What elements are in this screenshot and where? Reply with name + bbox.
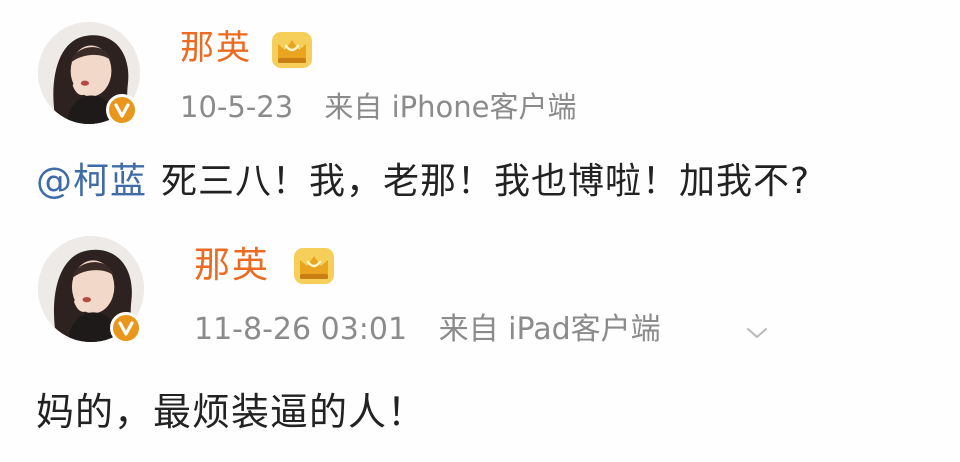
- post-text: 妈的，最烦装逼的人！: [36, 390, 426, 434]
- author-avatar[interactable]: [38, 236, 144, 344]
- crown-icon: [292, 246, 336, 286]
- post-meta: 11-8-26 03:01 来自 iPad客户端: [194, 313, 661, 347]
- post-source[interactable]: 来自 iPad客户端: [439, 312, 661, 347]
- post-time[interactable]: 10-5-23: [180, 90, 293, 124]
- author-name[interactable]: 那英: [180, 28, 252, 68]
- post-body: 死三八！我，老那！我也博啦！加我不?: [161, 161, 811, 202]
- chevron-down-icon[interactable]: [742, 322, 772, 344]
- post-meta: 10-5-23 来自 iPhone客户端: [180, 90, 577, 124]
- mention-link[interactable]: @柯蓝: [36, 161, 147, 202]
- post-body: 妈的，最烦装逼的人！: [36, 390, 427, 434]
- author-avatar[interactable]: [38, 22, 140, 126]
- verified-v-icon: [110, 312, 142, 344]
- weibo-screenshot: 那英 10-5-23 来自 iPhone客户端 @柯蓝 死三八！我，老那！我也博啦…: [0, 0, 960, 462]
- verified-v-icon: [106, 94, 138, 126]
- author-name[interactable]: 那英: [194, 246, 270, 286]
- post-time[interactable]: 11-8-26 03:01: [194, 312, 407, 347]
- post-source[interactable]: 来自 iPhone客户端: [324, 90, 576, 124]
- crown-icon: [270, 30, 314, 70]
- post-text: @柯蓝 死三八！我，老那！我也博啦！加我不?: [36, 160, 810, 204]
